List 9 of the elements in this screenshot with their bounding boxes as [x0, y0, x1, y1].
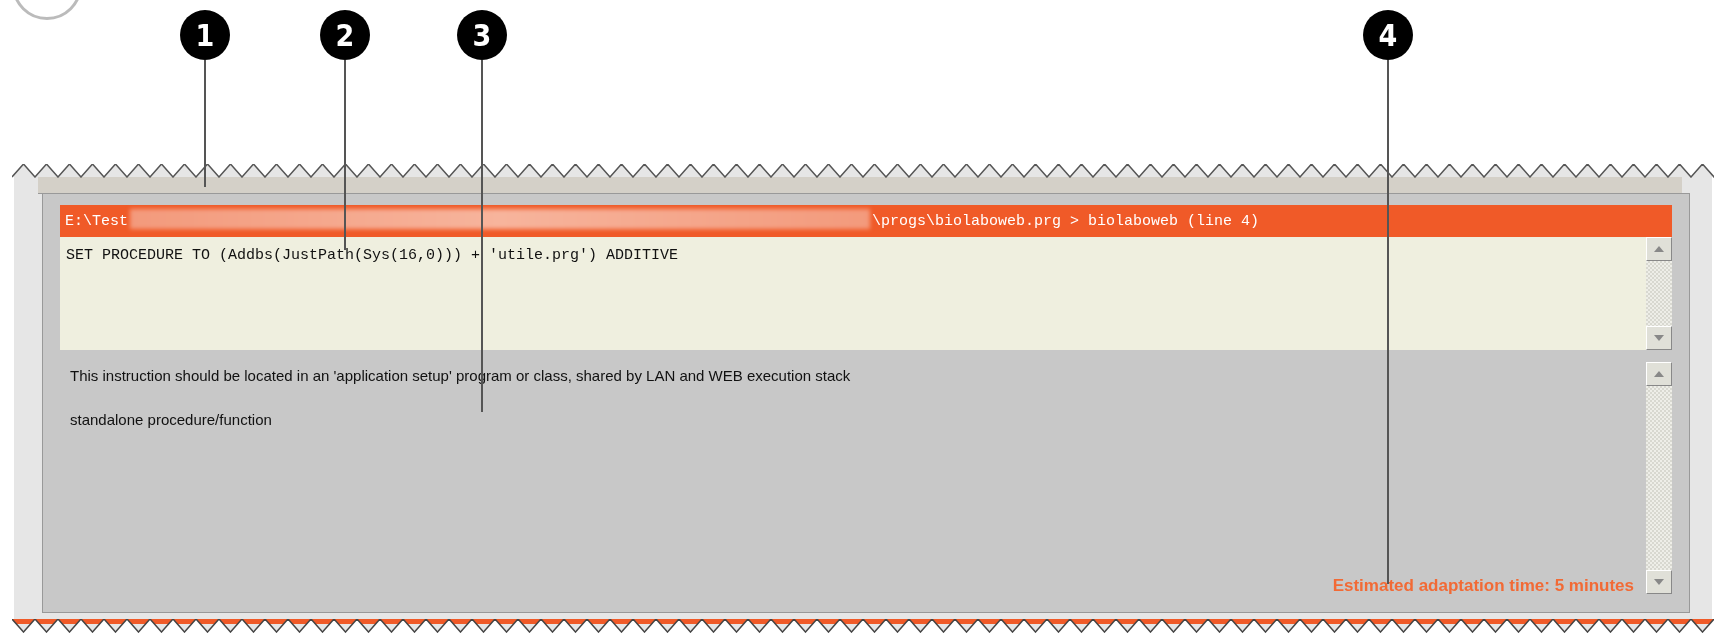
callout-number: 3 [457, 10, 507, 60]
path-text: E:\Test [65, 212, 128, 230]
code-line: SET PROCEDURE TO (Addbs(JustPath(Sys(16,0))) + 'utile.prg') ADDITIVE [65, 246, 680, 266]
callout-number: 1 [180, 10, 230, 60]
callout-number: 4 [1363, 10, 1413, 60]
callout-number: 2 [320, 10, 370, 60]
estimate-text: Estimated adaptation time: 5 minutes [1332, 576, 1634, 596]
message-text: standalone procedure/function [70, 411, 273, 428]
path-text: \progs\biolaboweb.prg > biolaboweb (line 4) [872, 212, 1260, 230]
